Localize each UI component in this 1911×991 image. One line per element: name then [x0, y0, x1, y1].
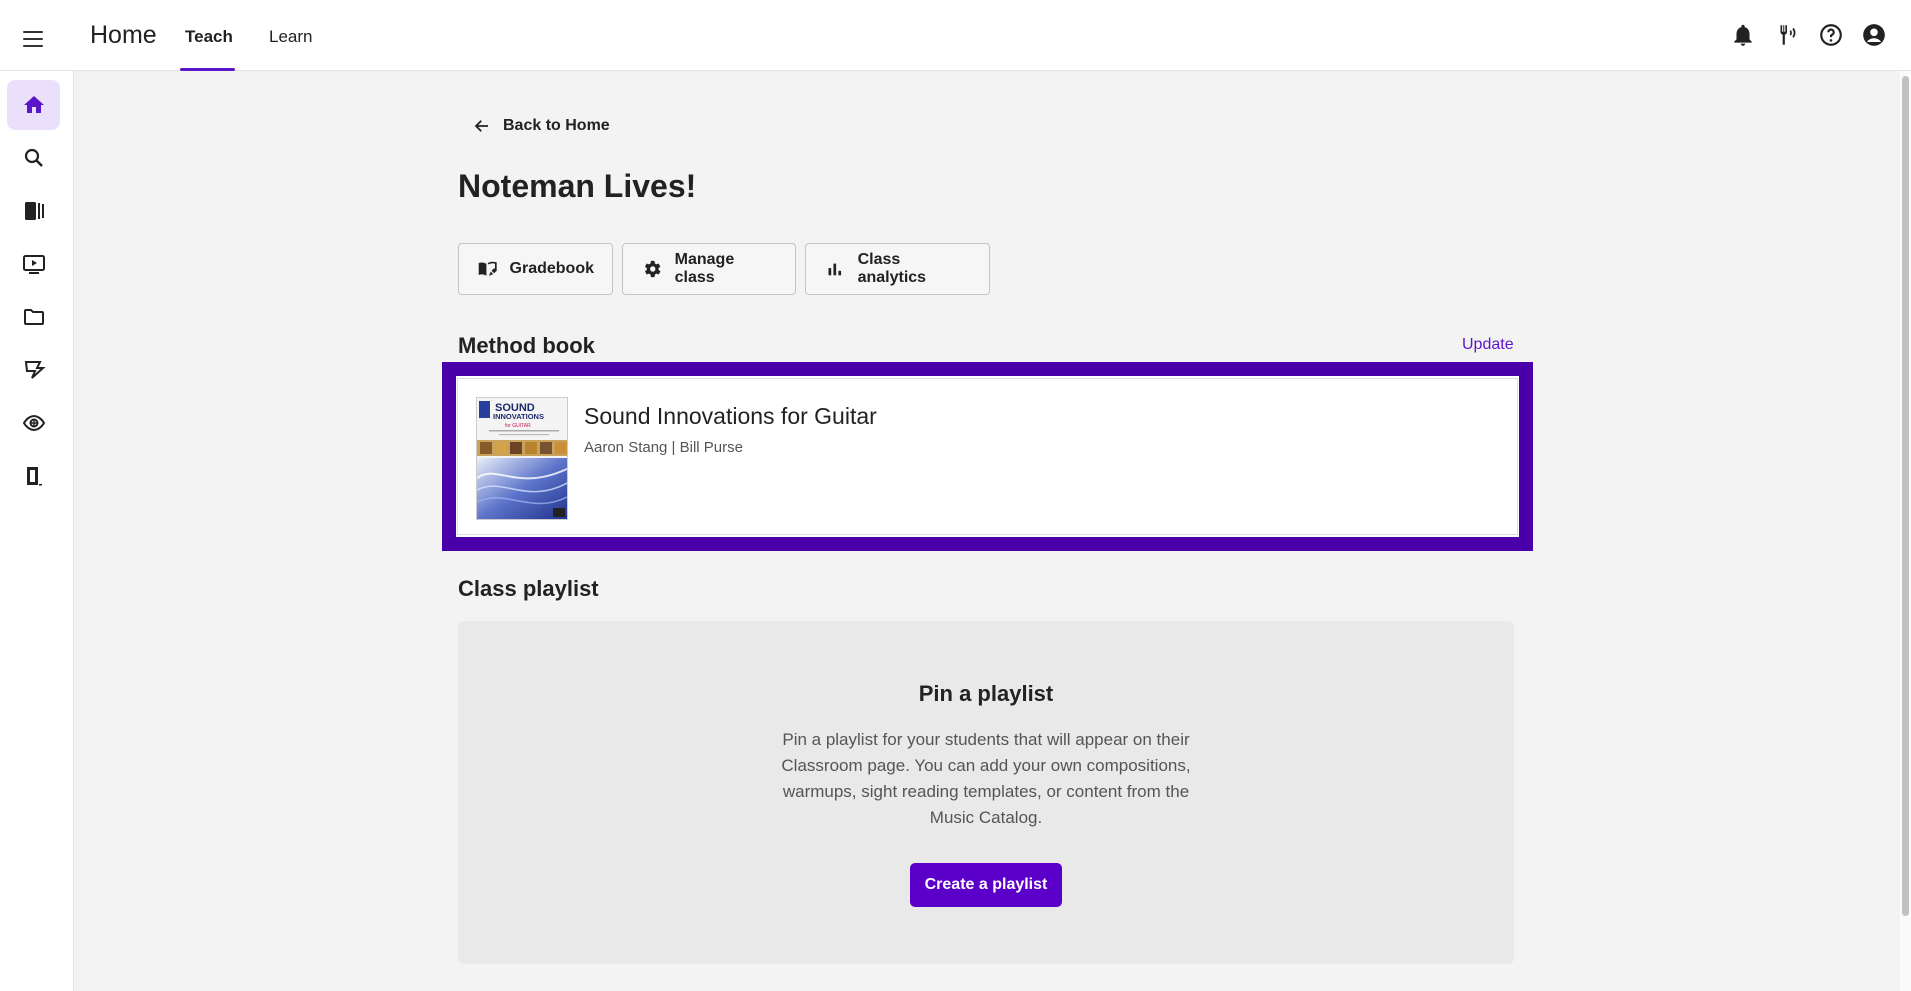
manage-class-label: Manage class	[674, 251, 735, 286]
nav-ear-training[interactable]	[7, 398, 60, 448]
method-book-heading: Method book	[458, 333, 595, 358]
side-nav	[0, 71, 74, 991]
library-icon	[24, 202, 44, 220]
class-analytics-label: Class analytics	[857, 251, 927, 286]
nav-library[interactable]	[7, 186, 60, 236]
nav-assignments[interactable]	[7, 345, 60, 395]
create-playlist-button[interactable]: Create a playlist	[910, 863, 1062, 907]
assignment-icon	[24, 361, 46, 379]
pin-playlist-description: Pin a playlist for your students that wi…	[781, 730, 1191, 827]
method-book-card[interactable]: SOUND INNOVATIONS for GUITAR Sound Innov…	[457, 378, 1518, 535]
search-icon	[24, 148, 43, 167]
nav-search[interactable]	[7, 133, 60, 183]
top-bar: Home Teach Learn	[0, 0, 1911, 71]
method-book-title: Sound Innovations for Guitar	[584, 403, 877, 429]
method-book-highlight: SOUND INNOVATIONS for GUITAR Sound Innov…	[442, 362, 1533, 551]
gradebook-icon	[478, 261, 497, 276]
cover-title-2: INNOVATIONS	[493, 412, 544, 421]
class-playlist-heading: Class playlist	[458, 576, 599, 601]
class-analytics-button[interactable]: Class analytics	[805, 243, 990, 295]
back-label: Back to Home	[503, 117, 610, 134]
manage-class-button[interactable]: Manage class	[622, 243, 796, 295]
notifications-icon[interactable]	[1730, 22, 1756, 48]
nav-folder[interactable]	[7, 292, 60, 342]
app-title: Home	[90, 21, 157, 49]
method-book-authors: Aaron Stang | Bill Purse	[584, 439, 743, 456]
tab-learn[interactable]: Learn	[269, 27, 312, 47]
pin-playlist-title: Pin a playlist	[918, 681, 1054, 706]
bar-chart-icon	[828, 263, 842, 276]
book-cover-image: SOUND INNOVATIONS for GUITAR	[476, 397, 568, 520]
folder-icon	[23, 309, 44, 325]
nav-classroom[interactable]	[7, 451, 60, 501]
scrollbar-thumb[interactable]	[1902, 76, 1909, 916]
gradebook-button[interactable]: Gradebook	[458, 243, 613, 295]
menu-icon[interactable]	[23, 31, 43, 47]
nav-home[interactable]	[7, 80, 60, 130]
home-icon	[23, 96, 44, 113]
tab-teach[interactable]: Teach	[185, 27, 233, 47]
arrow-back-icon	[474, 120, 488, 132]
classroom-door-icon	[26, 467, 42, 486]
gradebook-label: Gradebook	[509, 260, 594, 277]
tuner-icon[interactable]	[1774, 22, 1800, 48]
active-tab-indicator	[180, 68, 235, 71]
class-playlist-empty-state: Pin a playlist Pin a playlist for your s…	[458, 621, 1514, 964]
page-title: Noteman Lives!	[458, 168, 697, 204]
help-icon[interactable]	[1818, 22, 1844, 48]
ear-icon	[22, 414, 45, 432]
account-icon[interactable]	[1861, 22, 1887, 48]
update-link[interactable]: Update	[1462, 336, 1514, 354]
back-to-home-link[interactable]: Back to Home	[473, 117, 610, 135]
gear-icon	[644, 260, 661, 278]
nav-video[interactable]	[7, 239, 60, 289]
cover-subtitle: for GUITAR	[505, 423, 531, 429]
video-icon	[22, 255, 45, 274]
